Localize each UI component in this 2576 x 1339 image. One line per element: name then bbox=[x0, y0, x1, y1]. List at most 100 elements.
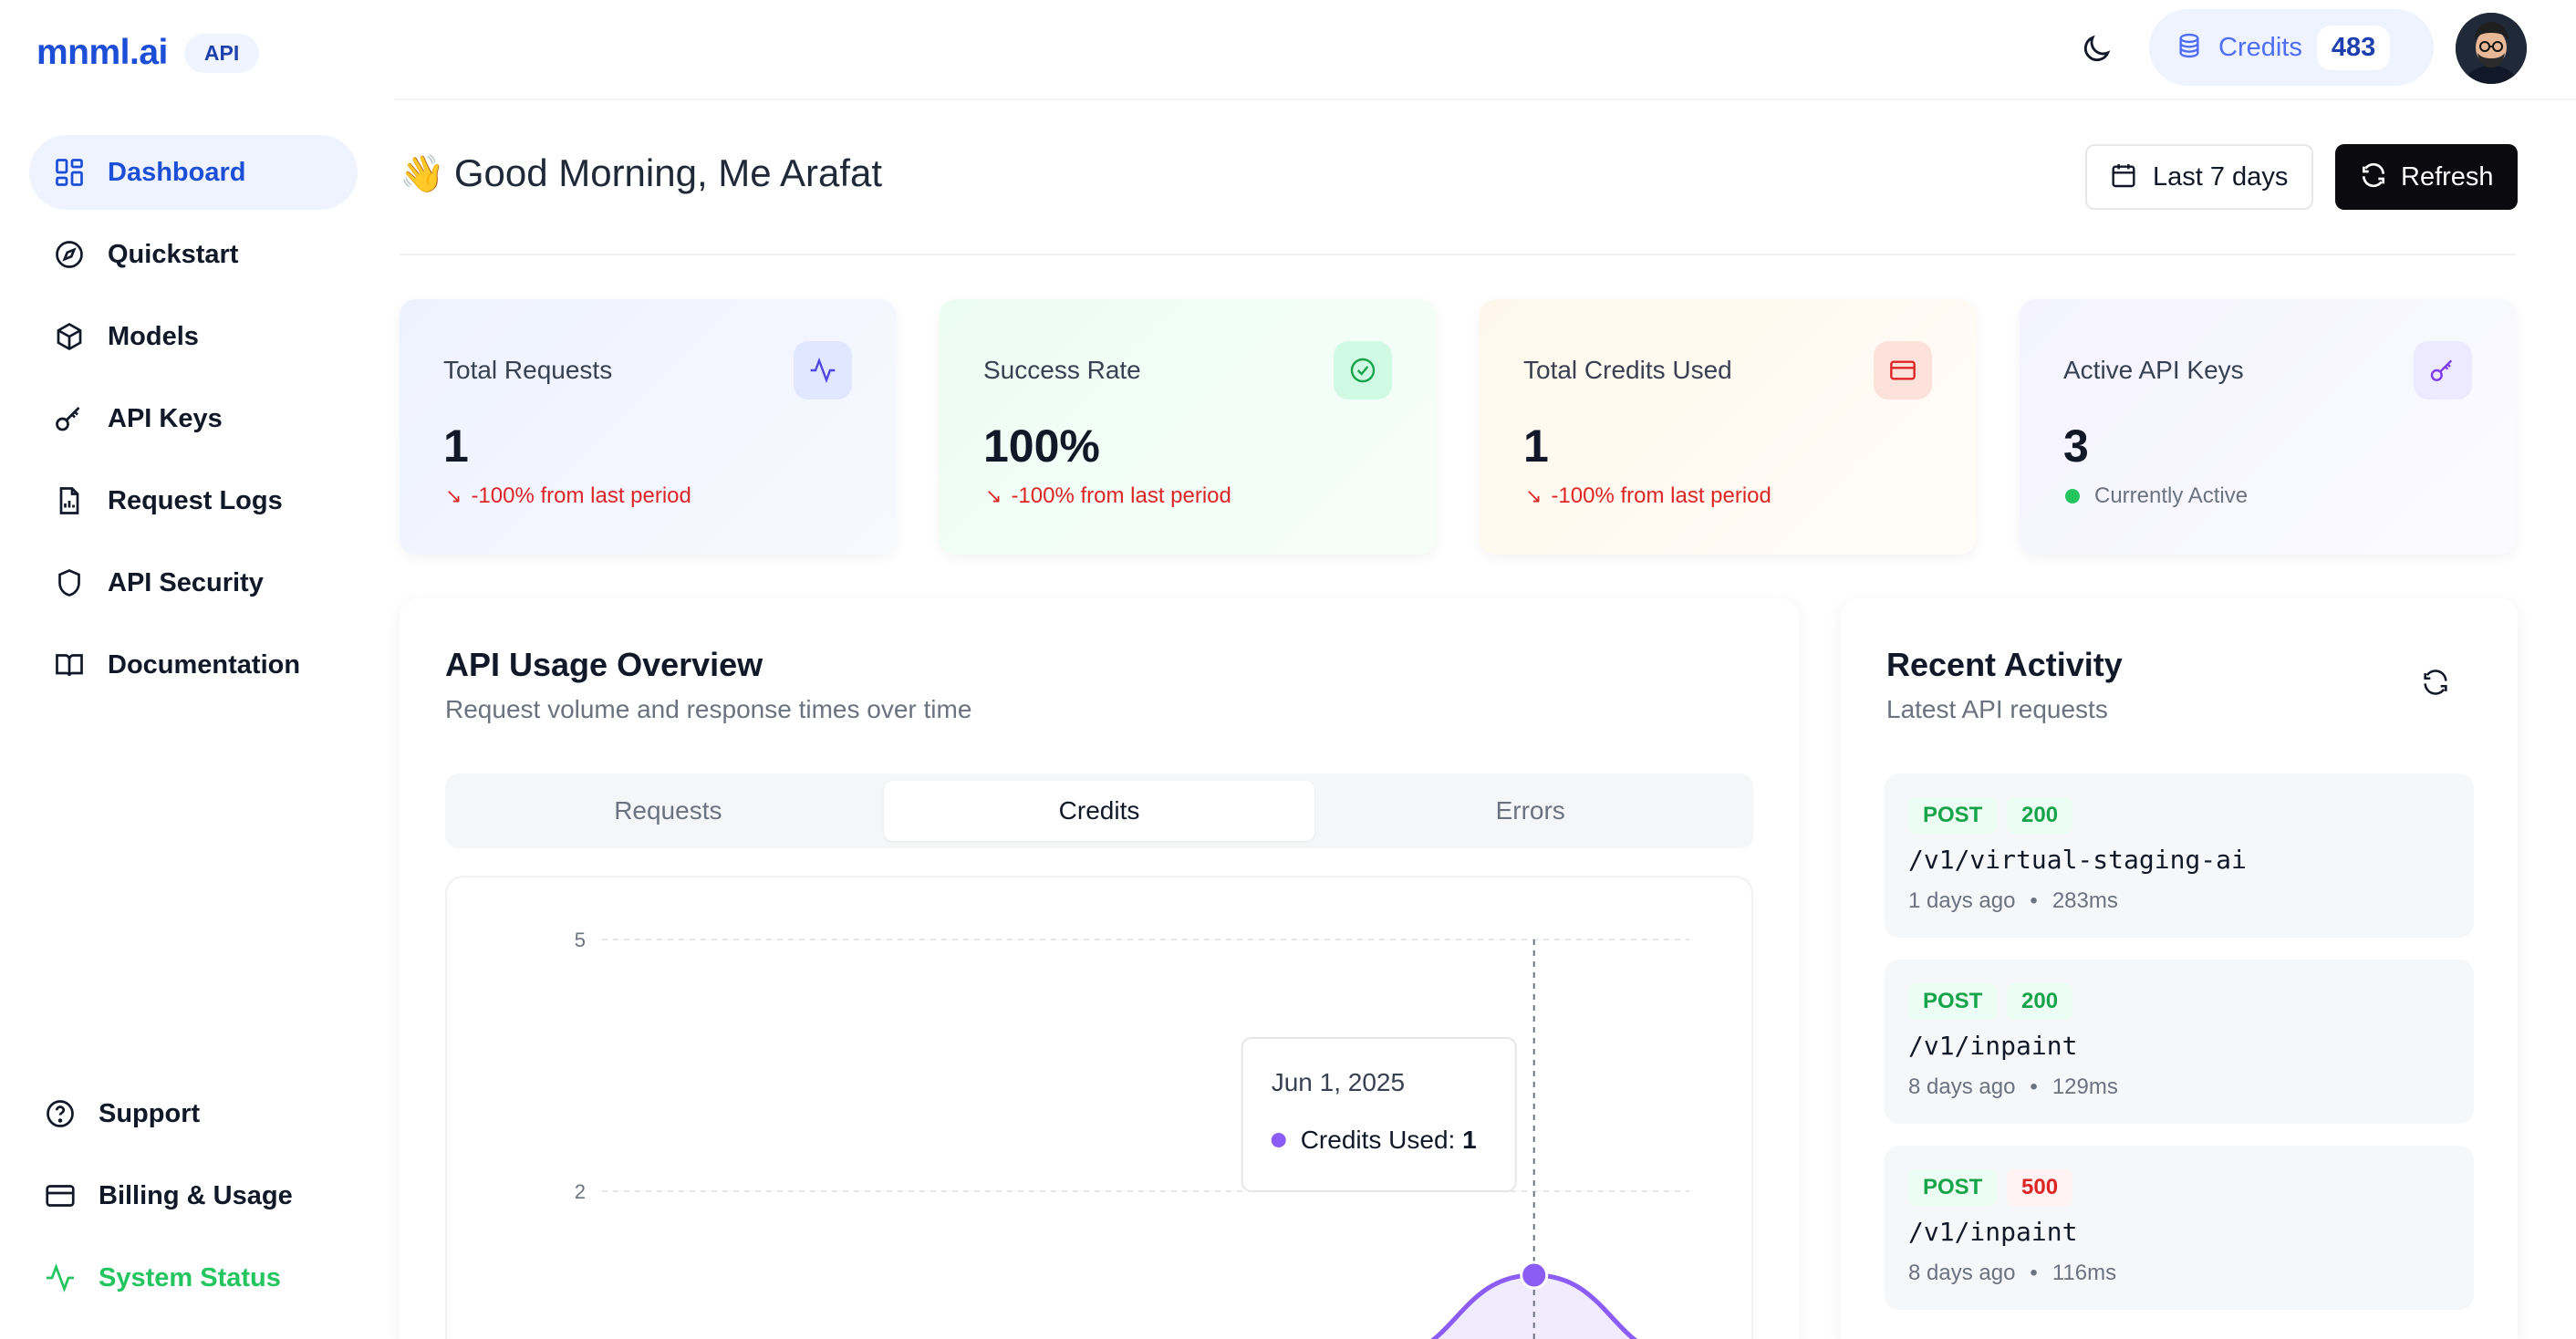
activity-item[interactable]: POST 500 /v1/inpaint 8 days ago • 116ms bbox=[1885, 1146, 2474, 1310]
sidebar-item-label: System Status bbox=[99, 1262, 281, 1292]
request-ago: 8 days ago bbox=[1908, 1074, 2016, 1099]
compass-icon bbox=[51, 236, 88, 273]
credits-label: Credits bbox=[2218, 32, 2302, 62]
stat-value: 3 bbox=[2063, 420, 2089, 472]
sidebar-item-api-keys[interactable]: API Keys bbox=[29, 381, 358, 456]
usage-title: API Usage Overview bbox=[445, 646, 763, 683]
stat-delta-text: -100% from last period bbox=[1011, 483, 1231, 508]
dashboard-icon bbox=[51, 154, 88, 191]
help-circle-icon bbox=[42, 1095, 78, 1132]
tooltip-value: 1 bbox=[1462, 1126, 1477, 1154]
refresh-button[interactable]: Refresh bbox=[2335, 144, 2518, 210]
sidebar-item-documentation[interactable]: Documentation bbox=[29, 628, 358, 702]
activity-subtitle: Latest API requests bbox=[1886, 695, 2108, 723]
request-path: /v1/virtual-staging-ai bbox=[1908, 845, 2247, 875]
stat-title: Total Requests bbox=[443, 356, 613, 384]
stat-delta: ↘ -100% from last period bbox=[985, 483, 1231, 509]
request-ago: 1 days ago bbox=[1908, 888, 2016, 913]
calendar-icon bbox=[2109, 161, 2138, 194]
tooltip-box bbox=[1241, 1037, 1517, 1192]
book-icon bbox=[51, 647, 88, 683]
request-meta: 8 days ago • 129ms bbox=[1908, 1074, 2118, 1100]
activity-item[interactable]: POST 200 /v1/virtual-staging-ai 1 days a… bbox=[1885, 773, 2474, 938]
sidebar-item-api-security[interactable]: API Security bbox=[29, 545, 358, 620]
sidebar-item-support[interactable]: Support bbox=[29, 1076, 358, 1151]
tooltip-label: Credits Used: 1 bbox=[1301, 1126, 1477, 1154]
stat-card-credits-used: Total Credits Used 1 ↘ -100% from last pe… bbox=[1480, 299, 1976, 555]
theme-toggle-button[interactable] bbox=[2071, 26, 2122, 77]
activity-icon bbox=[42, 1260, 78, 1296]
tooltip-swatch bbox=[1271, 1133, 1286, 1147]
sidebar-item-label: Support bbox=[99, 1098, 201, 1128]
tab-requests[interactable]: Requests bbox=[452, 781, 884, 841]
status-dot bbox=[2065, 489, 2080, 503]
cube-icon bbox=[51, 318, 88, 355]
brand[interactable]: mnml.ai API bbox=[36, 33, 260, 73]
check-circle-icon bbox=[1334, 341, 1392, 400]
credits-count: 483 bbox=[2316, 25, 2391, 70]
method-badge: POST bbox=[1908, 983, 1998, 1020]
activity-icon bbox=[794, 341, 852, 400]
meta-separator: • bbox=[2030, 888, 2038, 913]
status-badge: 200 bbox=[2007, 797, 2073, 834]
stat-delta: ↘ -100% from last period bbox=[1525, 483, 1771, 509]
activity-refresh-button[interactable] bbox=[2415, 664, 2456, 704]
sidebar-bottom-nav: Support Billing & Usage System Status bbox=[29, 1076, 358, 1323]
sidebar-nav: Dashboard Quickstart Models API Keys Req… bbox=[29, 135, 358, 710]
stat-delta-text: Currently Active bbox=[2094, 483, 2249, 508]
stat-title: Success Rate bbox=[983, 356, 1141, 384]
key-icon bbox=[2414, 341, 2472, 400]
sidebar-item-models[interactable]: Models bbox=[29, 299, 358, 374]
stat-card-active-keys: Active API Keys 3 Currently Active bbox=[2020, 299, 2516, 555]
sidebar: mnml.ai API Dashboard Quickstart Models bbox=[0, 0, 394, 1339]
request-path: /v1/inpaint bbox=[1908, 1217, 2078, 1247]
request-path: /v1/inpaint bbox=[1908, 1031, 2078, 1061]
sidebar-item-label: API Security bbox=[108, 567, 264, 597]
tab-errors[interactable]: Errors bbox=[1314, 781, 1746, 841]
sidebar-item-request-logs[interactable]: Request Logs bbox=[29, 463, 358, 538]
usage-chart[interactable]: 025Jun 1, 2025Credits Used: 1 bbox=[445, 876, 1753, 1339]
meta-separator: • bbox=[2030, 1074, 2038, 1099]
meta-separator: • bbox=[2030, 1261, 2038, 1285]
stat-value: 1 bbox=[443, 420, 469, 472]
activity-title: Recent Activity bbox=[1886, 646, 2123, 683]
status-badge: 500 bbox=[2007, 1169, 2073, 1206]
wave-emoji: 👋 bbox=[400, 153, 445, 194]
key-icon bbox=[51, 400, 88, 437]
stat-delta: Currently Active bbox=[2065, 483, 2248, 509]
activity-item[interactable]: POST 200 /v1/inpaint 8 days ago • 129ms bbox=[1885, 960, 2474, 1124]
refresh-icon bbox=[2420, 667, 2451, 702]
avatar[interactable] bbox=[2456, 13, 2527, 84]
sidebar-item-quickstart[interactable]: Quickstart bbox=[29, 217, 358, 292]
sidebar-item-system-status[interactable]: System Status bbox=[29, 1240, 358, 1315]
file-chart-icon bbox=[51, 483, 88, 519]
sidebar-item-label: Quickstart bbox=[108, 239, 239, 269]
top-bar: Credits 483 bbox=[394, 0, 2576, 100]
moon-icon bbox=[2079, 32, 2114, 71]
usage-subtitle: Request volume and response times over t… bbox=[445, 695, 972, 723]
stat-value: 100% bbox=[983, 420, 1100, 472]
activity-list: POST 200 /v1/virtual-staging-ai 1 days a… bbox=[1885, 773, 2474, 1332]
stat-title: Active API Keys bbox=[2063, 356, 2244, 384]
stat-title: Total Credits Used bbox=[1523, 356, 1732, 384]
stat-delta-text: -100% from last period bbox=[1551, 483, 1771, 508]
sidebar-item-label: Documentation bbox=[108, 649, 301, 680]
stat-delta-text: -100% from last period bbox=[471, 483, 691, 508]
tab-credits[interactable]: Credits bbox=[883, 781, 1315, 841]
arrow-down-right-icon: ↘ bbox=[445, 484, 462, 507]
request-duration: 283ms bbox=[2051, 888, 2118, 913]
sidebar-item-label: Billing & Usage bbox=[99, 1180, 293, 1210]
date-range-button[interactable]: Last 7 days bbox=[2085, 144, 2313, 210]
stat-value: 1 bbox=[1523, 420, 1549, 472]
divider bbox=[400, 254, 2516, 255]
refresh-icon bbox=[2359, 161, 2388, 194]
usage-overview-panel: API Usage Overview Request volume and re… bbox=[400, 598, 1799, 1339]
request-ago: 8 days ago bbox=[1908, 1261, 2016, 1285]
credits-pill[interactable]: Credits 483 bbox=[2149, 9, 2434, 86]
sidebar-item-dashboard[interactable]: Dashboard bbox=[29, 135, 358, 210]
sidebar-item-label: Dashboard bbox=[108, 157, 246, 187]
chart-canvas[interactable]: 025Jun 1, 2025Credits Used: 1 bbox=[447, 877, 1755, 1339]
brand-logo[interactable]: mnml.ai bbox=[36, 33, 168, 73]
sidebar-item-billing[interactable]: Billing & Usage bbox=[29, 1158, 358, 1233]
usage-tabs: Requests Credits Errors bbox=[445, 773, 1753, 848]
